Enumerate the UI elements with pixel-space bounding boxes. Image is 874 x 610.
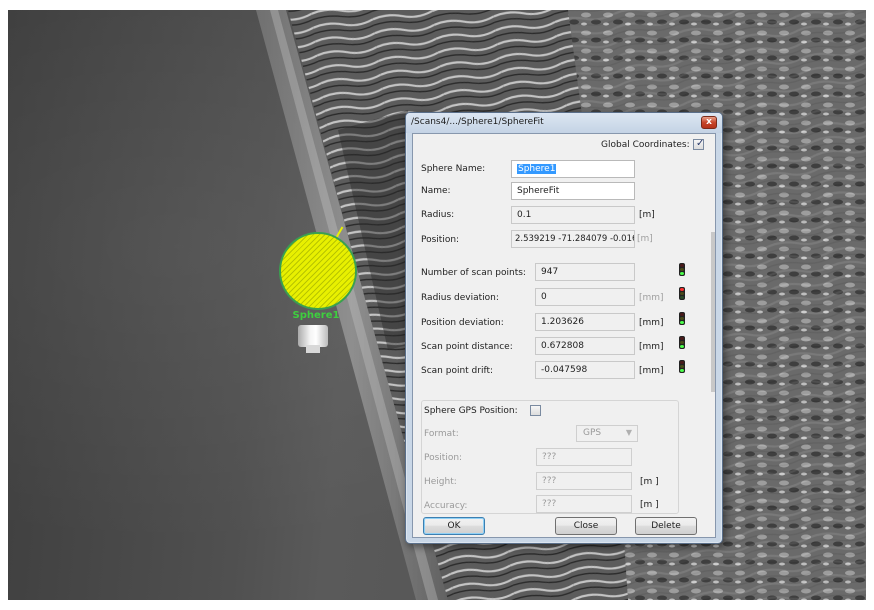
- dialog-titlebar[interactable]: /Scans4/.../Sphere1/SphereFit x: [406, 113, 722, 133]
- radius-unit: [m]: [639, 210, 655, 220]
- scan-point-drift-status-icon: [679, 360, 685, 373]
- radius-deviation-label: Radius deviation:: [421, 293, 499, 303]
- gps-position-checkbox[interactable]: [530, 405, 541, 416]
- dialog-scrollbar[interactable]: [711, 232, 715, 392]
- close-button[interactable]: Close: [555, 517, 617, 535]
- height-label: Height:: [424, 477, 457, 487]
- sphere-mount-base: [298, 325, 328, 347]
- sphere-mount-foot: [306, 345, 320, 353]
- sphere-name-label: Sphere Name:: [421, 164, 486, 174]
- radius-deviation-status-icon: [679, 287, 685, 300]
- gps-position-group: Sphere GPS Position: Format: GPS ▼ Posit…: [421, 400, 679, 514]
- accuracy-label: Accuracy:: [424, 501, 468, 511]
- format-select-value: GPS: [583, 428, 602, 438]
- global-coordinates-label: Global Coordinates:: [601, 140, 690, 150]
- position-deviation-status-icon: [679, 312, 685, 325]
- position-unit: [m]: [637, 234, 653, 244]
- name-field[interactable]: SphereFit: [511, 182, 635, 200]
- scan-point-distance-field[interactable]: 0.672808: [535, 337, 635, 355]
- scan-point-drift-unit: [mm]: [639, 366, 664, 376]
- height-unit: [m ]: [640, 477, 659, 487]
- position-label: Position:: [421, 235, 460, 245]
- sphere-name-field[interactable]: Sphere1: [511, 160, 635, 178]
- delete-button[interactable]: Delete: [635, 517, 697, 535]
- height-field[interactable]: ???: [536, 472, 632, 490]
- accuracy-unit: [m ]: [640, 500, 659, 510]
- position-deviation-label: Position deviation:: [421, 318, 504, 328]
- scan-point-drift-label: Scan point drift:: [421, 366, 494, 376]
- close-icon[interactable]: x: [701, 116, 717, 129]
- scan-point-distance-label: Scan point distance:: [421, 342, 513, 352]
- ok-button[interactable]: OK: [423, 517, 485, 535]
- name-label: Name:: [421, 186, 451, 196]
- chevron-down-icon: ▼: [625, 428, 632, 437]
- radius-deviation-field[interactable]: 0: [535, 288, 635, 306]
- gps-position-label: Sphere GPS Position:: [424, 406, 518, 416]
- format-select[interactable]: GPS ▼: [576, 425, 638, 442]
- radius-deviation-unit: [mm]: [639, 293, 664, 303]
- sphere-fit-dialog: /Scans4/.../Sphere1/SphereFit x Global C…: [405, 112, 723, 544]
- gps-position-field-label: Position:: [424, 453, 463, 463]
- scan-points-status-icon: [679, 263, 685, 276]
- accuracy-field[interactable]: ???: [536, 495, 632, 513]
- scan-points-label: Number of scan points:: [421, 268, 526, 278]
- scan-point-drift-field[interactable]: -0.047598: [535, 361, 635, 379]
- sphere-name-value: Sphere1: [517, 164, 557, 174]
- radius-field[interactable]: 0.1: [511, 206, 635, 224]
- checkmark-icon: ✓: [696, 138, 705, 149]
- radius-label: Radius:: [421, 210, 455, 220]
- global-coordinates-checkbox[interactable]: ✓: [693, 138, 705, 150]
- format-label: Format:: [424, 429, 459, 439]
- dialog-title: /Scans4/.../Sphere1/SphereFit: [411, 117, 544, 127]
- sphere-fit-circle[interactable]: [279, 232, 357, 310]
- sphere-scene-label: Sphere1: [292, 310, 340, 321]
- position-field[interactable]: 2.539219 -71.284079 -0.016: [511, 230, 635, 248]
- position-deviation-unit: [mm]: [639, 318, 664, 328]
- scan-points-field[interactable]: 947: [535, 263, 635, 281]
- sphere-target-marker[interactable]: Sphere1: [276, 226, 360, 362]
- scan-point-distance-status-icon: [679, 336, 685, 349]
- gps-position-field[interactable]: ???: [536, 448, 632, 466]
- dialog-client-area: Global Coordinates: ✓ Sphere Name: Spher…: [412, 133, 716, 538]
- scan-point-distance-unit: [mm]: [639, 342, 664, 352]
- position-deviation-field[interactable]: 1.203626: [535, 313, 635, 331]
